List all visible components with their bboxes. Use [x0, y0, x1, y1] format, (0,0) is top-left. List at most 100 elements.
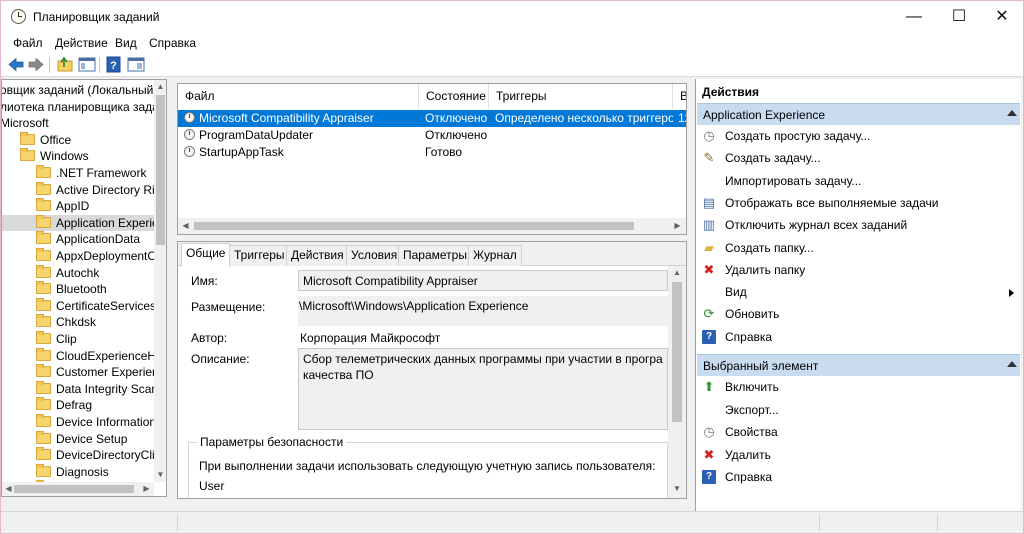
help-icon[interactable]: ? [105, 56, 123, 73]
menu-view[interactable]: Вид [115, 36, 137, 50]
history-log-icon: ▥ [702, 217, 716, 233]
action-item[interactable]: ▥ Отключить журнал всех заданий [702, 215, 1017, 235]
scroll-thumb[interactable] [14, 485, 134, 493]
actions-section-header[interactable]: Application Experience [697, 103, 1020, 125]
folder-icon [36, 297, 51, 311]
column-header-next-run[interactable]: Вр [673, 84, 686, 109]
tree-item-label: Defrag [56, 398, 93, 413]
delete-x-icon: ✖ [703, 261, 715, 277]
tree-item-label: Diagnosis [56, 464, 109, 479]
scroll-left-arrow-icon[interactable]: ◀ [181, 221, 190, 230]
action-item[interactable]: ✖ Удалить [702, 445, 1017, 465]
tree-item[interactable]: Defrag [2, 397, 154, 413]
tree-item[interactable]: CloudExperienceHost [2, 347, 166, 364]
minimize-button[interactable]: — [891, 1, 937, 33]
tree-item[interactable]: Active Directory Rights M [2, 181, 166, 198]
tree-item[interactable]: Chkdsk [2, 314, 154, 330]
tree-item[interactable]: Microsoft [2, 115, 154, 131]
scroll-down-arrow-icon[interactable]: ▼ [672, 484, 682, 493]
task-row[interactable]: StartupAppTask Готово [178, 144, 686, 161]
action-item[interactable]: ✎ Создать задачу... [702, 148, 1017, 168]
tree-vertical-scrollbar[interactable]: ▲ ▼ [154, 80, 166, 482]
tab-conditions[interactable]: Условия [346, 245, 403, 266]
tree-item[interactable]: AppxDeploymentClient [2, 248, 166, 264]
column-header-triggers[interactable]: Триггеры [489, 84, 673, 109]
forward-arrow-icon[interactable] [27, 56, 45, 73]
tree-item[interactable]: овщик заданий (Локальный) [2, 82, 157, 98]
action-item[interactable]: ▰ Создать папку... [702, 238, 1017, 258]
tree-item[interactable]: Data Integrity Scan [2, 380, 158, 397]
action-item[interactable]: ⟳ Обновить [702, 304, 1017, 324]
folder-icon [36, 264, 51, 278]
tab-triggers[interactable]: Триггеры [229, 245, 290, 266]
action-item[interactable]: ▤ Отображать все выполняемые задачи [702, 193, 1017, 213]
column-header-state[interactable]: Состояние [419, 84, 489, 109]
action-item[interactable]: ⬆ Включить [702, 377, 1017, 397]
tab-general[interactable]: Общие [181, 243, 231, 267]
collapse-up-icon[interactable] [1007, 110, 1017, 116]
tab-history[interactable]: Журнал [468, 245, 522, 266]
scroll-down-arrow-icon[interactable]: ▼ [156, 470, 165, 479]
tree-item[interactable]: Application Experience [2, 214, 166, 231]
tree-horizontal-scrollbar[interactable]: ◀ ▶ [2, 482, 154, 496]
folder-icon [36, 331, 51, 344]
tree-item[interactable]: Customer Experience Im [2, 364, 166, 380]
task-list-horizontal-scrollbar[interactable]: ◀ ▶ [178, 218, 686, 234]
action-item[interactable]: ◷ Свойства [702, 422, 1017, 442]
action-item[interactable]: ? Справка [702, 467, 1017, 487]
action-item[interactable]: ✖ Удалить папку [702, 260, 1017, 280]
tree-item-label: Device Information [56, 415, 157, 429]
task-row[interactable]: Microsoft Compatibility Appraiser Отключ… [178, 110, 686, 127]
tree-item-label: ApplicationData [56, 232, 141, 247]
action-item[interactable]: Экспорт... [702, 400, 1017, 420]
show-hide-action-pane-icon[interactable] [127, 56, 145, 73]
tree-item[interactable]: Clip [2, 331, 154, 347]
tree-item[interactable]: ApplicationData [2, 231, 154, 247]
task-row[interactable]: ProgramDataUpdater Отключено [178, 127, 686, 144]
close-button[interactable]: ✕ [979, 1, 1023, 33]
tab-actions[interactable]: Действия [286, 245, 349, 266]
tab-settings[interactable]: Параметры [398, 245, 472, 266]
scroll-right-arrow-icon[interactable]: ▶ [673, 221, 682, 230]
tree-item[interactable]: Diagnosis [2, 463, 154, 480]
folder-icon [36, 430, 51, 444]
toolbar: ? [1, 53, 1023, 77]
menu-help[interactable]: Справка [149, 36, 196, 50]
tree-item[interactable]: CertificateServicesClient [2, 297, 166, 314]
column-header-name[interactable]: Файл [178, 84, 419, 109]
selected-item-section-header[interactable]: Выбранный элемент [697, 354, 1020, 376]
scroll-left-arrow-icon[interactable]: ◀ [4, 484, 13, 493]
back-arrow-icon[interactable] [7, 56, 25, 73]
task-description-field[interactable]: Сбор телеметрических данных программы пр… [298, 348, 668, 430]
scroll-up-arrow-icon[interactable]: ▲ [156, 82, 165, 91]
collapse-up-icon[interactable] [1007, 361, 1017, 367]
menu-action[interactable]: Действие [55, 36, 108, 50]
tree-item[interactable]: Device Information [2, 414, 157, 430]
tree-item[interactable]: DeviceDirectoryClient [2, 447, 166, 463]
tree-item[interactable]: AppID [2, 198, 154, 214]
scroll-up-arrow-icon[interactable]: ▲ [672, 268, 682, 277]
action-item[interactable]: Импортировать задачу... [702, 171, 1017, 191]
action-item[interactable]: Вид [702, 282, 1017, 302]
scroll-thumb[interactable] [194, 222, 634, 230]
tree-item[interactable]: .NET Framework [2, 165, 154, 181]
scroll-thumb[interactable] [672, 282, 682, 422]
action-item[interactable]: ? Справка [702, 327, 1017, 347]
maximize-button[interactable]: ☐ [936, 1, 982, 33]
tree-item[interactable]: лиотека планировщика задан [2, 99, 165, 115]
tree-item[interactable]: Device Setup [2, 430, 154, 447]
tree-item[interactable]: Office [2, 131, 154, 148]
properties-vertical-scrollbar[interactable]: ▲ ▼ [668, 266, 686, 498]
menu-file[interactable]: Файл [13, 36, 43, 50]
show-hide-tree-icon[interactable] [78, 56, 96, 73]
tree-item[interactable]: Autochk [2, 264, 154, 281]
scroll-thumb[interactable] [156, 95, 165, 245]
task-name-field[interactable]: Microsoft Compatibility Appraiser [298, 270, 668, 291]
tree-item[interactable]: Windows [2, 148, 154, 164]
scroll-right-arrow-icon[interactable]: ▶ [142, 484, 151, 493]
task-name: StartupAppTask [199, 145, 284, 159]
tree-item[interactable]: Bluetooth [2, 281, 154, 297]
up-folder-icon[interactable] [56, 56, 74, 73]
action-item[interactable]: ◷ Создать простую задачу... [702, 126, 1017, 146]
task-location-value: \Microsoft\Windows\Application Experienc… [298, 296, 668, 326]
